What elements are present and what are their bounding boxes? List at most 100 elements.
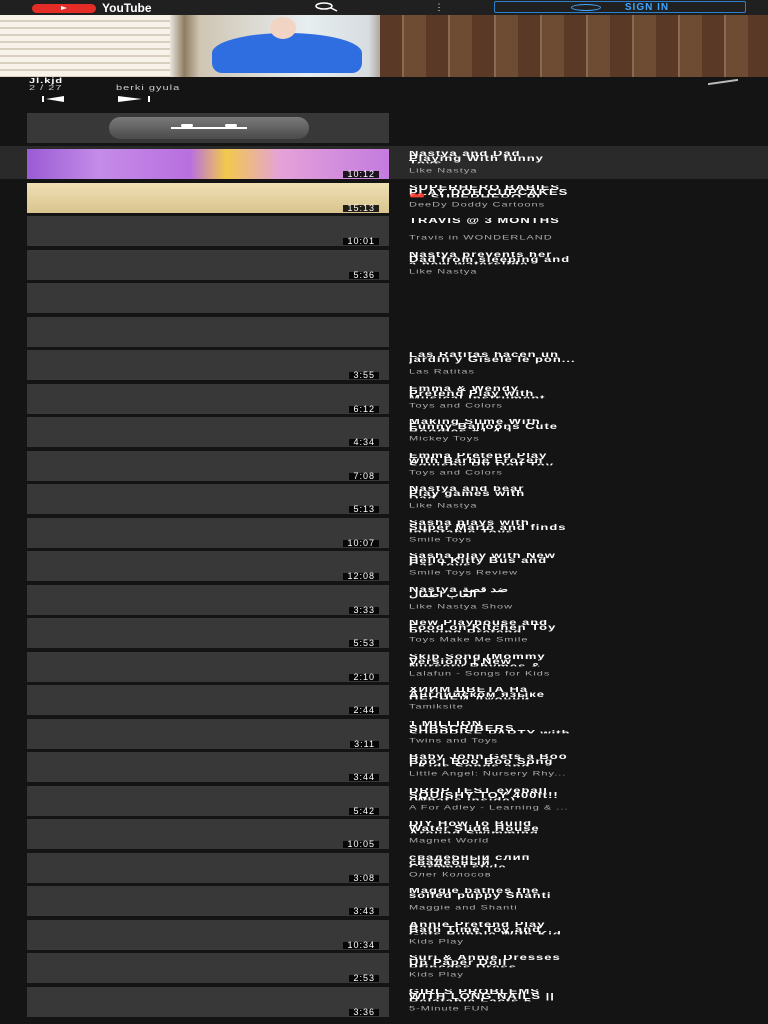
video-thumbnail[interactable]: 5:13 (27, 484, 389, 514)
video-meta: GIRLS PROBLEMS WITH LONG NAILS || Relata… (409, 989, 729, 1014)
playlist-video-item[interactable] (0, 314, 768, 347)
video-thumbnail[interactable]: 3:11 (27, 718, 389, 749)
playlist-video-item[interactable]: 10:05 DIY How To Build Water Slide House … (0, 816, 768, 849)
more-options-icon[interactable]: ⋮ (434, 3, 444, 12)
video-title[interactable]: Baby John Gets a Boo Boo | Boo Boo Song … (409, 754, 729, 766)
playlist-author[interactable]: berki gyula (116, 84, 180, 92)
playlist-video-item[interactable]: 4:34 Making Slime With Funny Balloons Cut… (0, 414, 768, 447)
video-channel: A For Adley - Learning & ... (409, 803, 569, 811)
video-title[interactable]: 1 MILLION SUBSCRIBERS SURPRISE PARTY wit… (409, 721, 729, 733)
video-thumbnail[interactable]: 5:36 (27, 249, 389, 280)
playlist-video-item[interactable]: 7:08 Emma Pretend Play with Barbie Frozen… (0, 448, 768, 481)
video-title[interactable]: SUPERHERO BABIES PLAY DOH CUPCAKES ❤️ SU… (409, 185, 729, 197)
video-title[interactable]: Nastya prevents her Dad from sleeping an… (409, 252, 729, 264)
playlist-video-item[interactable]: 6:12 Emma & Wendy Pretend Play with Music… (0, 381, 768, 414)
playlist-video-item[interactable]: 2:44 ХИИМ ЦВЕТА На Английском языке ПЕСНЕ… (0, 682, 768, 715)
video-thumbnail[interactable]: 3:44 (27, 752, 389, 782)
playlist-video-item[interactable]: 15:13 SUPERHERO BABIES PLAY DOH CUPCAKES … (0, 180, 768, 213)
video-thumbnail[interactable]: 5:42 (27, 785, 389, 816)
video-duration: 3:43 (349, 907, 379, 916)
video-duration: 5:42 (349, 806, 379, 815)
playlist-video-item[interactable]: 3:44 Baby John Gets a Boo Boo | Boo Boo S… (0, 749, 768, 782)
search-icon[interactable] (312, 2, 338, 12)
collapse-chevron-icon[interactable] (708, 78, 738, 86)
playlist-video-item[interactable]: 10:07 Sasha plays with Super Mario and fi… (0, 515, 768, 548)
video-meta: Sasha play with New Hello Kitty Bus and … (409, 553, 729, 578)
video-title[interactable]: Nastya and Dad Playing With funny Toys (409, 151, 729, 163)
playlist-video-item[interactable]: 10:34 Annie Pretend Play Bath Time Toy an… (0, 917, 768, 950)
video-title[interactable]: Annie Pretend Play Bath Time Toy and Get… (409, 922, 729, 934)
sign-in-button[interactable]: SIGN IN (494, 1, 746, 13)
playlist-video-item[interactable]: 3:33 Nastya ضد قصة العاب اطفال Like Nastya… (0, 582, 768, 615)
playlist-video-item[interactable] (0, 280, 768, 313)
video-title[interactable] (409, 285, 729, 297)
youtube-logo[interactable]: YouTube (32, 2, 152, 14)
playlist-video-item[interactable]: 2:10 Skip Song (Mommy Version) | New Nurs… (0, 649, 768, 682)
video-title[interactable]: Emma & Wendy Pretend Play with Musical I… (409, 386, 729, 398)
playlist-video-item[interactable]: 12:08 Sasha play with New Hello Kitty Bus… (0, 548, 768, 581)
video-title[interactable]: ХИИМ ЦВЕТА На Английском языке ПЕСНЕЙ Дж… (409, 687, 729, 699)
video-thumbnail[interactable]: 6:12 (27, 383, 389, 414)
video-title[interactable]: Nastya ضد قصة العاب اطفال (409, 587, 729, 599)
video-thumbnail[interactable]: 3:08 (27, 852, 389, 883)
current-video-thumbnail[interactable] (27, 113, 389, 143)
video-thumbnail[interactable]: 3:36 (27, 986, 389, 1017)
video-thumbnail[interactable]: 4:34 (27, 417, 389, 447)
playlist-video-item[interactable]: 5:53 New Playhouse and Food on Kitchen To… (0, 615, 768, 648)
next-video-icon[interactable] (118, 96, 152, 102)
video-duration: 10:07 (343, 538, 379, 547)
video-thumbnail[interactable]: 10:07 (27, 517, 389, 548)
video-title[interactable]: свадебный слип свадебный Caramel style (409, 855, 729, 867)
play-logo-icon (32, 3, 96, 13)
playlist-video-item[interactable]: 3:43 Maggie bathes the soiled puppy Shant… (0, 883, 768, 916)
playlist-video-item[interactable]: 10:12 Nastya and Dad Playing With funny T… (0, 146, 768, 179)
video-thumbnail[interactable]: 2:44 (27, 685, 389, 715)
playlist-video-item[interactable]: 5:42 DROP TEST eyeball SQUISHY TOY 400ft!… (0, 783, 768, 816)
video-title[interactable]: Making Slime With Funny Balloons Cute Bo… (409, 419, 729, 431)
video-title[interactable]: Nastya and bear Play games with Dad (409, 486, 729, 498)
video-thumbnail[interactable]: 3:55 (27, 350, 389, 380)
video-duration: 2:53 (349, 974, 379, 983)
video-duration: 12:08 (343, 572, 379, 581)
video-thumbnail[interactable]: 3:43 (27, 886, 389, 916)
video-thumbnail[interactable]: 10:05 (27, 819, 389, 849)
previous-video-icon[interactable] (42, 96, 64, 102)
video-title[interactable] (409, 319, 729, 331)
video-title[interactable]: Sasha play with New Hello Kitty Bus and … (409, 553, 729, 565)
video-thumbnail[interactable] (27, 316, 389, 347)
video-title[interactable]: DIY How To Build Water Slide House Aroun… (409, 821, 729, 833)
video-thumbnail[interactable]: 15:13 (27, 182, 389, 213)
playlist-video-item[interactable]: 3:08 свадебный слип свадебный Caramel sty… (0, 850, 768, 883)
video-thumbnail[interactable]: 2:53 (27, 953, 389, 983)
video-title[interactable]: Emma Pretend Play with Barbie Frozen Squ… (409, 453, 729, 465)
video-thumbnail[interactable]: 10:12 (27, 149, 389, 179)
video-title[interactable]: Maggie bathes the soiled puppy Shanti (409, 888, 729, 900)
video-title[interactable]: Skip Song (Mommy Version) | New Nursery … (409, 654, 729, 666)
playlist-video-item[interactable]: 3:11 1 MILLION SUBSCRIBERS SURPRISE PARTY… (0, 716, 768, 749)
video-title[interactable]: Suri & Annie Dresses Up Paper Doll Princ… (409, 955, 729, 967)
video-thumbnail[interactable] (27, 283, 389, 313)
playlist-video-item[interactable]: 5:13 Nastya and bear Play games with Dad L… (0, 481, 768, 514)
video-channel: Smile Toys (409, 535, 472, 543)
video-title[interactable]: Sasha plays with Super Mario and finds I… (409, 520, 729, 532)
video-player-frame[interactable] (0, 15, 768, 77)
video-title[interactable]: TRAVIS @ 3 MONTHS (409, 218, 729, 230)
video-thumbnail[interactable]: 3:33 (27, 584, 389, 615)
video-thumbnail[interactable]: 12:08 (27, 551, 389, 581)
video-title[interactable]: GIRLS PROBLEMS WITH LONG NAILS || Relata… (409, 989, 729, 1001)
video-thumbnail[interactable]: 10:34 (27, 919, 389, 950)
video-title[interactable]: Las Ratitas hacen un jardín y Gisele le … (409, 352, 729, 364)
video-title[interactable]: New Playhouse and Food on Kitchen Toy Pl… (409, 620, 729, 632)
video-title[interactable]: DROP TEST eyeball SQUISHY TOY 400ft!! (W… (409, 788, 729, 800)
playlist-video-item[interactable]: 10:01 TRAVIS @ 3 MONTHS Travis in WONDERLA… (0, 213, 768, 246)
video-thumbnail[interactable]: 5:53 (27, 618, 389, 648)
video-duration: 3:44 (349, 773, 379, 782)
playlist-video-item[interactable]: 3:55 Las Ratitas hacen un jardín y Gisele… (0, 347, 768, 380)
playlist-video-item[interactable]: 3:36 GIRLS PROBLEMS WITH LONG NAILS || Re… (0, 984, 768, 1017)
playlist-video-item[interactable]: 2:53 Suri & Annie Dresses Up Paper Doll P… (0, 950, 768, 983)
video-thumbnail[interactable]: 7:08 (27, 450, 389, 481)
video-thumbnail[interactable]: 10:01 (27, 216, 389, 246)
playlist-video-item[interactable]: 5:36 Nastya prevents her Dad from sleepin… (0, 247, 768, 280)
video-thumbnail[interactable]: 2:10 (27, 651, 389, 682)
video-channel: 5-Minute FUN (409, 1004, 490, 1012)
